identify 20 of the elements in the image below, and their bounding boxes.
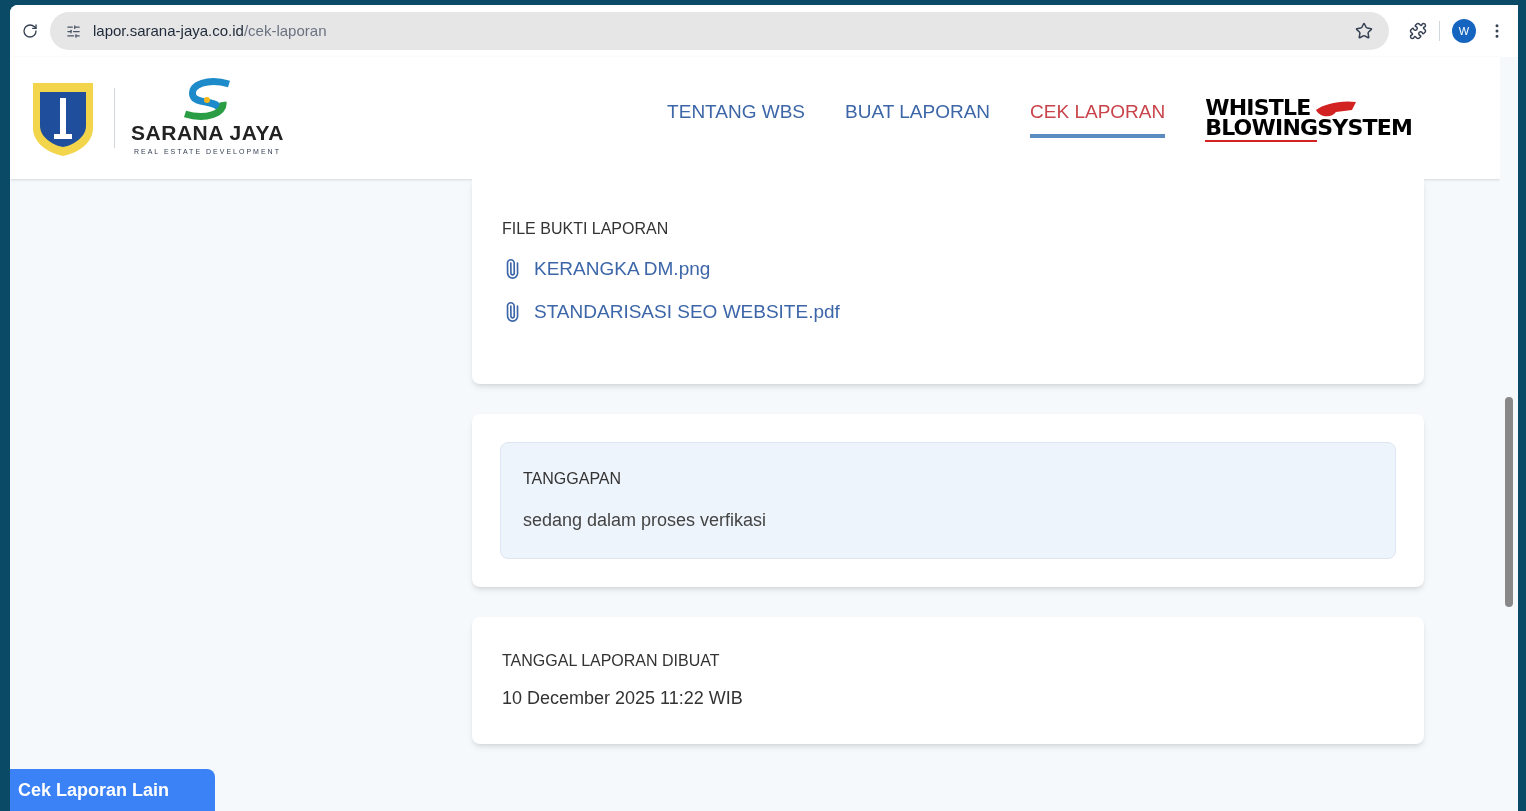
section-label: TANGGAL LAPORAN DIBUAT <box>502 651 721 671</box>
profile-avatar[interactable]: W <box>1452 19 1476 43</box>
response-text: sedang dalam proses verfikasi <box>523 509 768 532</box>
nav-link[interactable]: TENTANG WBS <box>667 97 806 139</box>
brand-name: SARANA JAYA <box>131 122 284 144</box>
section-label: FILE BUKTI LAPORAN <box>502 219 670 239</box>
reload-icon[interactable] <box>22 23 38 39</box>
site-settings-icon[interactable] <box>66 23 81 39</box>
whistleblowing-logo: WHISTLE BLOWINGSYSTEM <box>1205 94 1412 142</box>
cek-laporan-lain-button[interactable]: Cek Laporan Lain <box>10 769 215 811</box>
file-link[interactable]: KERANGKA DM.png <box>502 255 1394 284</box>
url-text: lapor.sarana-jaya.co.id/cek-laporan <box>93 20 327 41</box>
section-label: TANGGAPAN <box>523 469 623 489</box>
nav-link[interactable]: BUAT LAPORAN <box>845 97 991 139</box>
extensions-icon[interactable] <box>1409 22 1427 40</box>
file-link[interactable]: STANDARISASI SEO WEBSITE.pdf <box>502 297 1394 326</box>
address-bar[interactable]: lapor.sarana-jaya.co.id/cek-laporan <box>50 12 1389 50</box>
bookmark-star-icon[interactable] <box>1355 22 1373 40</box>
date-text: 10 December 2025 11:22 WIB <box>502 687 744 710</box>
nav-link[interactable]: CEK LAPORAN <box>1030 97 1166 139</box>
